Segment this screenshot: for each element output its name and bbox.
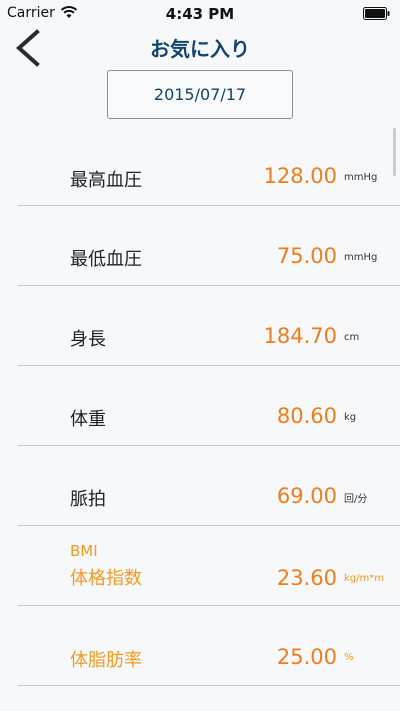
row-value: 25.00 — [276, 645, 337, 669]
row-value: 184.70 — [263, 324, 337, 348]
status-bar: Carrier 4:43 PM — [0, 0, 400, 28]
list-item-diastolic[interactable]: 最低血圧 75.00 mmHg — [0, 206, 400, 286]
row-label: 身長 — [70, 329, 106, 350]
row-unit: % — [344, 652, 354, 663]
row-unit: kg/m*m — [344, 573, 384, 584]
row-value: 128.00 — [263, 164, 337, 188]
row-label: 体重 — [70, 409, 106, 430]
status-time: 4:43 PM — [165, 5, 235, 23]
row-unit: mmHg — [344, 172, 378, 183]
list-item-bmi[interactable]: BMI 体格指数 23.60 kg/m*m — [0, 526, 400, 606]
list-item-systolic[interactable]: 最高血圧 128.00 mmHg — [0, 126, 400, 206]
row-label: 脈拍 — [70, 489, 106, 510]
row-unit: mmHg — [344, 252, 378, 263]
date-picker-button[interactable]: 2015/07/17 — [107, 70, 293, 119]
row-unit: 回/分 — [344, 494, 368, 505]
list-item-height[interactable]: 身長 184.70 cm — [0, 286, 400, 366]
list-item-pulse[interactable]: 脈拍 69.00 回/分 — [0, 446, 400, 526]
list-item-body-fat[interactable]: 体脂肪率 25.00 % — [0, 606, 400, 686]
row-label: 体格指数 — [70, 568, 142, 589]
list-item-weight[interactable]: 体重 80.60 kg — [0, 366, 400, 446]
row-unit: cm — [344, 332, 360, 343]
row-label: 最高血圧 — [70, 170, 142, 191]
row-value: 69.00 — [276, 484, 337, 508]
screen: Carrier 4:43 PM お気に入り 2015/07/17 最高血圧 12… — [0, 0, 400, 711]
row-unit: kg — [344, 412, 357, 423]
row-value: 23.60 — [276, 566, 337, 590]
row-value: 75.00 — [276, 244, 337, 268]
row-divider — [18, 685, 400, 686]
row-sublabel: BMI — [70, 542, 98, 560]
row-label: 最低血圧 — [70, 249, 142, 270]
row-label: 体脂肪率 — [70, 650, 142, 671]
page-title: お気に入り — [150, 37, 250, 61]
battery-icon — [363, 7, 390, 20]
row-value: 80.60 — [276, 404, 337, 428]
